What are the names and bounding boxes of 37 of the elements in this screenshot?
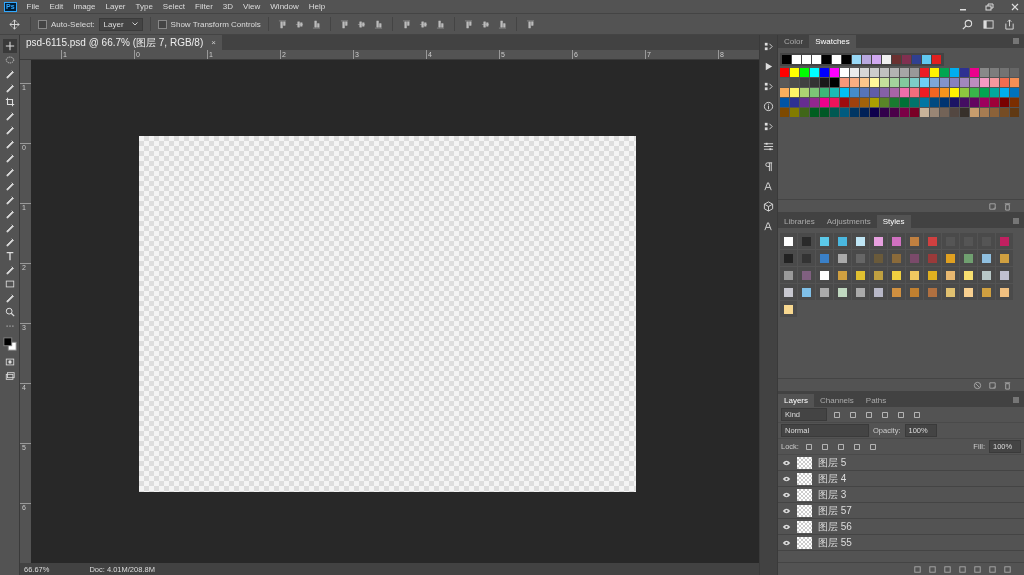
menu-item[interactable]: Type [135, 2, 153, 11]
panel-tab[interactable]: Adjustments [820, 215, 877, 228]
menu-item[interactable]: Help [308, 2, 326, 11]
layer-row[interactable]: 图层 5 [778, 455, 1024, 471]
panel-tab[interactable]: Layers [778, 394, 814, 407]
target-dropdown[interactable]: Layer [98, 17, 143, 31]
layer-name: 图层 3 [818, 487, 847, 502]
layer-name: 图层 55 [818, 535, 852, 550]
layer-name: 图层 4 [818, 471, 847, 486]
menu-item[interactable]: Select [162, 2, 186, 11]
panel-tab[interactable]: Swatches [809, 35, 856, 48]
layer-row[interactable]: 图层 56 [778, 519, 1024, 535]
menu-item[interactable]: Image [73, 2, 96, 11]
panel-tab[interactable]: Color [778, 35, 810, 48]
menu-item[interactable]: Layer [105, 2, 126, 11]
layer-name: 图层 57 [818, 503, 852, 518]
panel-tab[interactable]: Styles [876, 215, 911, 228]
show-transform-label: Show Transform Controls [170, 19, 261, 29]
close-tab-button[interactable]: × [211, 38, 216, 47]
layer-row[interactable]: 图层 4 [778, 471, 1024, 487]
panel-tab[interactable]: Channels [814, 394, 860, 407]
menu-item[interactable]: File [26, 2, 40, 11]
layer-row[interactable]: 图层 3 [778, 487, 1024, 503]
menu-item[interactable]: Edit [49, 2, 64, 11]
menu-item[interactable]: Filter [195, 2, 213, 11]
layer-row[interactable]: 图层 55 [778, 535, 1024, 551]
layer-name: 图层 5 [818, 455, 847, 470]
layer-row[interactable]: 图层 57 [778, 503, 1024, 519]
menu-item[interactable]: Window [270, 2, 299, 11]
menu-item[interactable]: 3D [222, 2, 234, 11]
document-title: psd-6115.psd @ 66.7% (图层 7, RGB/8) [26, 35, 204, 50]
menu-item[interactable]: View [243, 2, 261, 11]
panel-tab[interactable]: Libraries [778, 215, 821, 228]
auto-select-label: Auto-Select: [51, 19, 95, 29]
document-tab[interactable]: psd-6115.psd @ 66.7% (图层 7, RGB/8) × [20, 35, 222, 50]
panel-tab[interactable]: Paths [859, 394, 893, 407]
layer-name: 图层 56 [818, 519, 852, 534]
